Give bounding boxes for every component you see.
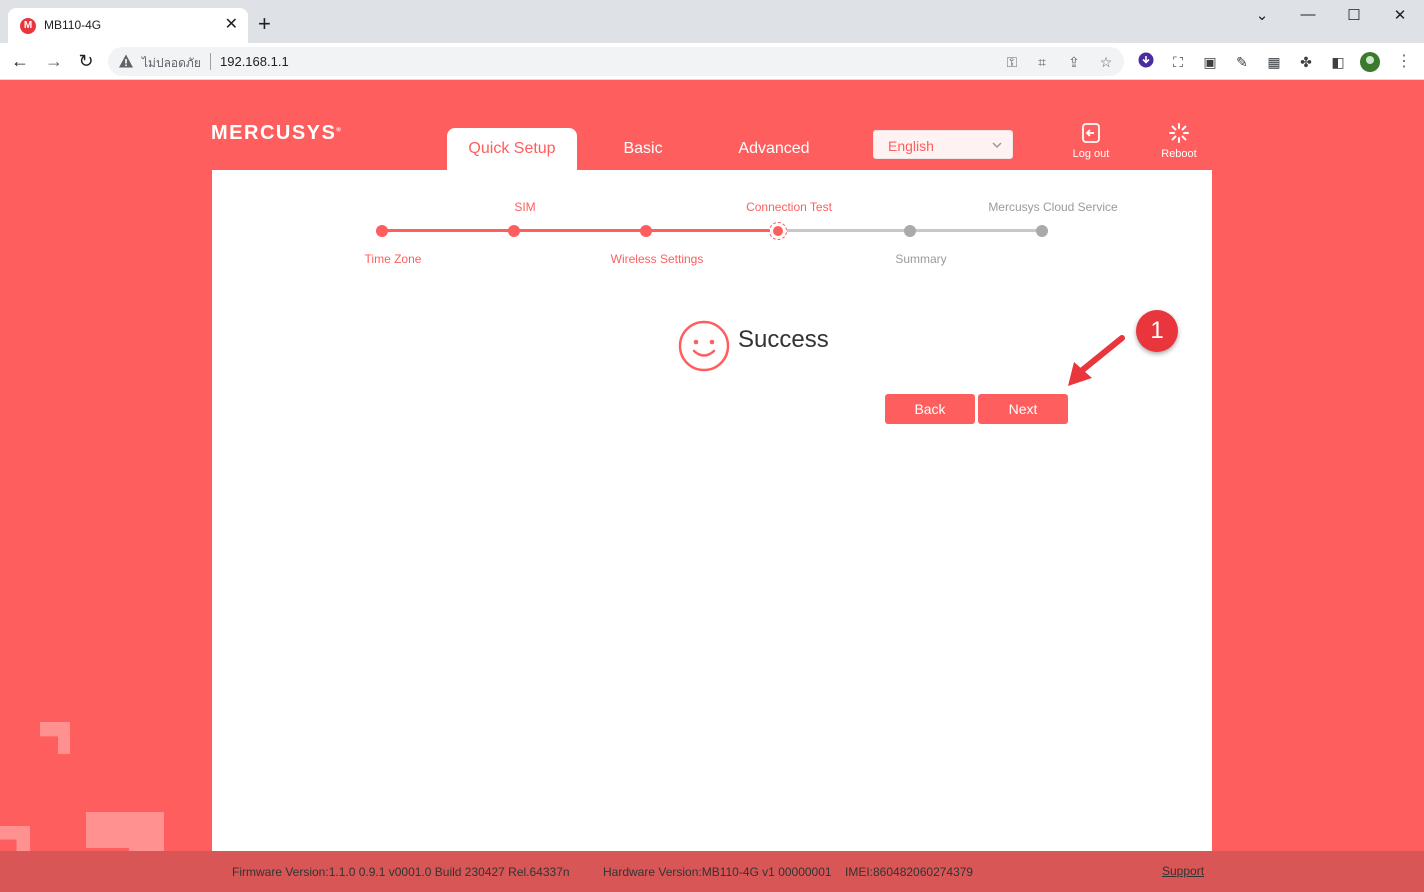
mercusys-logo: MERCUSYS® [211, 122, 343, 144]
step-number-badge: 1 [1136, 310, 1178, 352]
next-button[interactable]: Next [978, 394, 1068, 424]
maximize-button[interactable]: ☐ [1342, 6, 1366, 26]
edit-icon[interactable]: ✎ [1232, 52, 1252, 72]
browser-toolbar: ← → ↻ ไม่ปลอดภัย 192.168.1.1 ⚿ ⌗ ⇪ ☆ ⛶ ▣… [0, 43, 1424, 80]
mercusys-favicon-icon: M [20, 18, 36, 34]
step-label-wireless-settings: Wireless Settings [610, 252, 704, 266]
back-button[interactable]: Back [885, 394, 975, 424]
firmware-version: Firmware Version:1.1.0 0.9.1 v0001.0 Bui… [232, 865, 570, 879]
share-icon[interactable]: ⇪ [1064, 52, 1084, 72]
language-select[interactable]: English [873, 130, 1013, 159]
logout-button[interactable]: Log out [1061, 122, 1121, 160]
hardware-version: Hardware Version:MB110-4G v1 00000001 [603, 865, 832, 879]
tab-title: MB110-4G [44, 18, 102, 32]
browser-titlebar: M MB110-4G ✕ + ⌄ — ☐ ✕ [0, 0, 1424, 43]
close-window-button[interactable]: ✕ [1388, 6, 1412, 26]
back-arrow-icon[interactable]: ← [8, 50, 32, 72]
step-label-connection-test: Connection Test [746, 200, 832, 214]
decorative-shape [40, 722, 70, 754]
quick-setup-panel: Time Zone SIM Wireless Settings Connecti… [212, 170, 1212, 852]
omnibox-divider [210, 53, 211, 70]
tab-search-chevron-icon[interactable]: ⌄ [1250, 6, 1274, 26]
url-text[interactable]: 192.168.1.1 [220, 54, 289, 69]
page-footer: Firmware Version:1.1.0 0.9.1 v0001.0 Bui… [0, 851, 1424, 892]
router-page: MERCUSYS® Quick Setup Basic Advanced Eng… [0, 80, 1424, 892]
new-tab-button[interactable]: + [258, 13, 271, 35]
step-dot-sim [508, 225, 520, 237]
reboot-spinner-icon [1169, 123, 1189, 143]
reboot-label: Reboot [1161, 148, 1197, 160]
step-label-cloud-service: Mercusys Cloud Service [988, 200, 1118, 214]
side-panel-icon[interactable]: ◧ [1328, 52, 1348, 72]
tab-advanced[interactable]: Advanced [722, 128, 826, 170]
progress-track-done [382, 229, 778, 232]
tab-quick-setup[interactable]: Quick Setup [447, 128, 577, 170]
address-bar[interactable]: ไม่ปลอดภัย 192.168.1.1 ⚿ ⌗ ⇪ ☆ [108, 47, 1124, 76]
step-label-sim: SIM [514, 200, 536, 214]
pointer-arrow-icon [1068, 335, 1125, 386]
extensions-puzzle-icon[interactable]: ✤ [1296, 52, 1316, 72]
success-message: Success [738, 326, 829, 353]
step-dot-cloud-service [1036, 225, 1048, 237]
reload-icon[interactable]: ↻ [74, 50, 98, 72]
capture-icon[interactable]: ▦ [1264, 52, 1284, 72]
forward-arrow-icon[interactable]: → [42, 50, 66, 72]
language-selected-value: English [888, 138, 934, 154]
screenshot-icon[interactable]: ⛶ [1168, 52, 1188, 72]
logout-icon [1082, 123, 1100, 143]
step-dot-wireless-settings [640, 225, 652, 237]
browser-menu-icon[interactable]: ⋮ [1396, 52, 1412, 72]
support-link[interactable]: Support [1162, 864, 1204, 878]
step-dot-time-zone [376, 225, 388, 237]
security-status-label[interactable]: ไม่ปลอดภัย [142, 54, 201, 73]
bookmark-star-icon[interactable]: ☆ [1096, 52, 1116, 72]
chevron-down-icon [992, 142, 1002, 149]
step-label-summary: Summary [895, 252, 947, 266]
reboot-button[interactable]: Reboot [1149, 122, 1209, 160]
cast-icon[interactable]: ▣ [1200, 52, 1220, 72]
translate-icon[interactable]: ⌗ [1032, 52, 1052, 72]
download-extension-icon[interactable] [1136, 52, 1156, 72]
minimize-button[interactable]: — [1296, 6, 1320, 26]
step-dot-connection-test [769, 222, 787, 240]
browser-tab[interactable]: M MB110-4G ✕ [8, 8, 248, 43]
profile-avatar[interactable] [1360, 52, 1380, 72]
step-label-time-zone: Time Zone [364, 252, 422, 266]
password-key-icon[interactable]: ⚿ [1002, 52, 1022, 72]
tab-basic[interactable]: Basic [595, 128, 691, 170]
warning-icon[interactable] [118, 53, 134, 69]
tab-close-icon[interactable]: ✕ [225, 15, 238, 35]
imei-value: IMEI:860482060274379 [845, 865, 974, 879]
smiley-face-icon [678, 320, 730, 372]
logout-label: Log out [1072, 148, 1110, 160]
step-dot-summary [904, 225, 916, 237]
